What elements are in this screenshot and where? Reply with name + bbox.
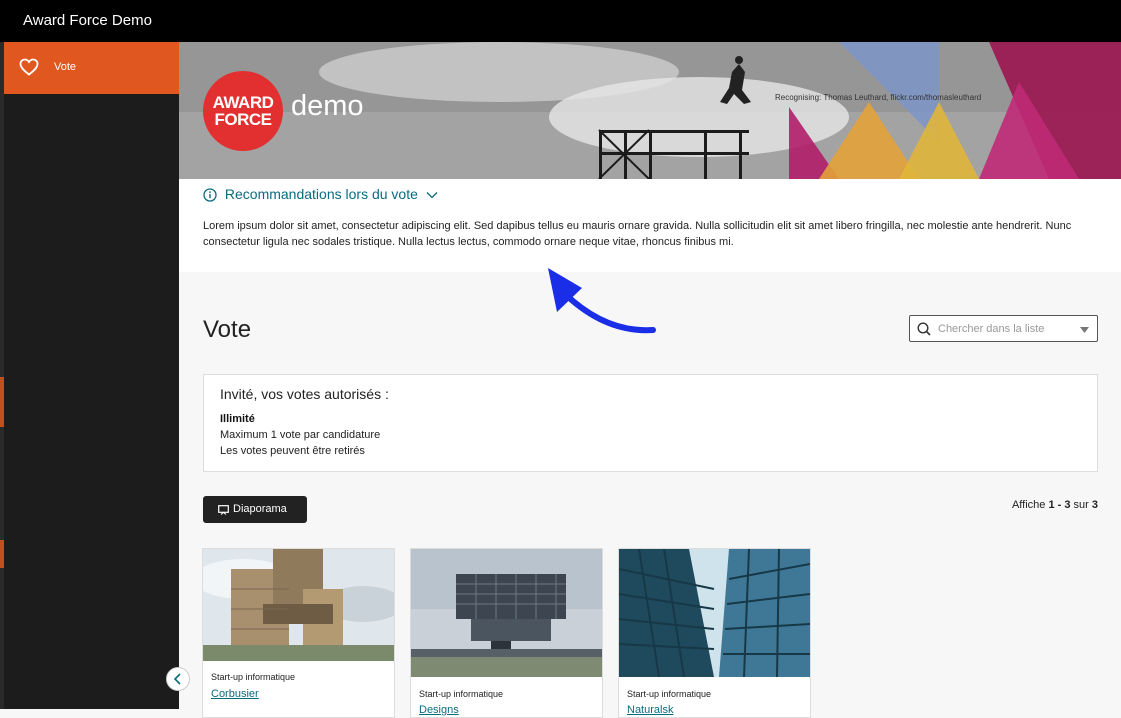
chevron-left-icon — [173, 673, 181, 685]
results-count: Affiche 1 - 3 sur 3 — [1012, 499, 1098, 511]
entry-name-link[interactable]: Designs — [419, 704, 459, 716]
entry-name-link[interactable]: Naturalsk — [627, 704, 673, 716]
sidebar: Vote — [4, 42, 179, 709]
votes-allowed-box: Invité, vos votes autorisés : Illimité M… — [203, 374, 1098, 472]
entry-card[interactable]: Start-up informatique Naturalsk — [618, 548, 811, 718]
heart-icon — [19, 58, 39, 76]
app-title: Award Force Demo — [23, 12, 152, 29]
votes-allowed-retract: Les votes peuvent être retirés — [220, 445, 365, 457]
entry-image — [203, 549, 394, 661]
logo-line-2: FORCE — [214, 110, 273, 129]
recommendations-text: Lorem ipsum dolor sit amet, consectetur … — [203, 220, 1072, 248]
slideshow-label: Diaporama — [233, 503, 287, 515]
count-middle: sur — [1070, 499, 1092, 511]
count-total: 3 — [1091, 499, 1098, 511]
award-force-logo: AWARD FORCE — [203, 71, 283, 151]
count-prefix: Affiche — [1011, 499, 1049, 511]
entry-image — [411, 549, 602, 677]
votes-allowed-heading: Invité, vos votes autorisés : — [220, 386, 389, 402]
entry-category: Start-up informatique — [211, 672, 296, 682]
recommendations-toggle[interactable]: Recommandations lors du vote — [203, 186, 438, 202]
entry-category: Start-up informatique — [627, 689, 712, 699]
entry-category: Start-up informatique — [419, 689, 504, 699]
entry-image — [619, 549, 810, 677]
banner-credit: Recognising: Thomas Leuthard, flickr.com… — [775, 93, 982, 102]
banner: AWARD FORCE demo Recognising: Thomas Leut… — [179, 42, 1121, 179]
banner-demo-text: demo — [291, 90, 364, 122]
search-icon — [917, 322, 931, 336]
sidebar-item-label: Vote — [54, 61, 77, 73]
slideshow-icon — [218, 505, 229, 515]
top-bar: Award Force Demo — [0, 0, 1121, 42]
entry-card[interactable]: Start-up informatique Designs — [410, 548, 603, 718]
entry-card[interactable]: Start-up informatique Corbusier — [202, 548, 395, 718]
dropdown-caret-icon — [1080, 327, 1089, 333]
votes-allowed-rule: Maximum 1 vote par candidature — [220, 429, 381, 441]
page-title: Vote — [203, 316, 252, 343]
search-placeholder: Chercher dans la liste — [938, 323, 1045, 335]
votes-allowed-limit: Illimité — [220, 413, 255, 425]
count-range: 1 - 3 — [1048, 499, 1071, 511]
search-input[interactable]: Chercher dans la liste — [909, 315, 1098, 342]
sidebar-item-vote[interactable]: Vote — [4, 42, 179, 94]
slideshow-button[interactable]: Diaporama — [203, 496, 307, 523]
recommendations-panel: Recommandations lors du vote Lorem ipsum… — [179, 179, 1121, 272]
annotation-arrow — [548, 268, 656, 334]
recommendations-header: Recommandations lors du vote — [224, 186, 418, 202]
chevron-down-icon — [426, 192, 438, 199]
info-icon — [203, 188, 217, 202]
entry-name-link[interactable]: Corbusier — [211, 688, 259, 700]
collapse-sidebar-button[interactable] — [166, 667, 190, 691]
